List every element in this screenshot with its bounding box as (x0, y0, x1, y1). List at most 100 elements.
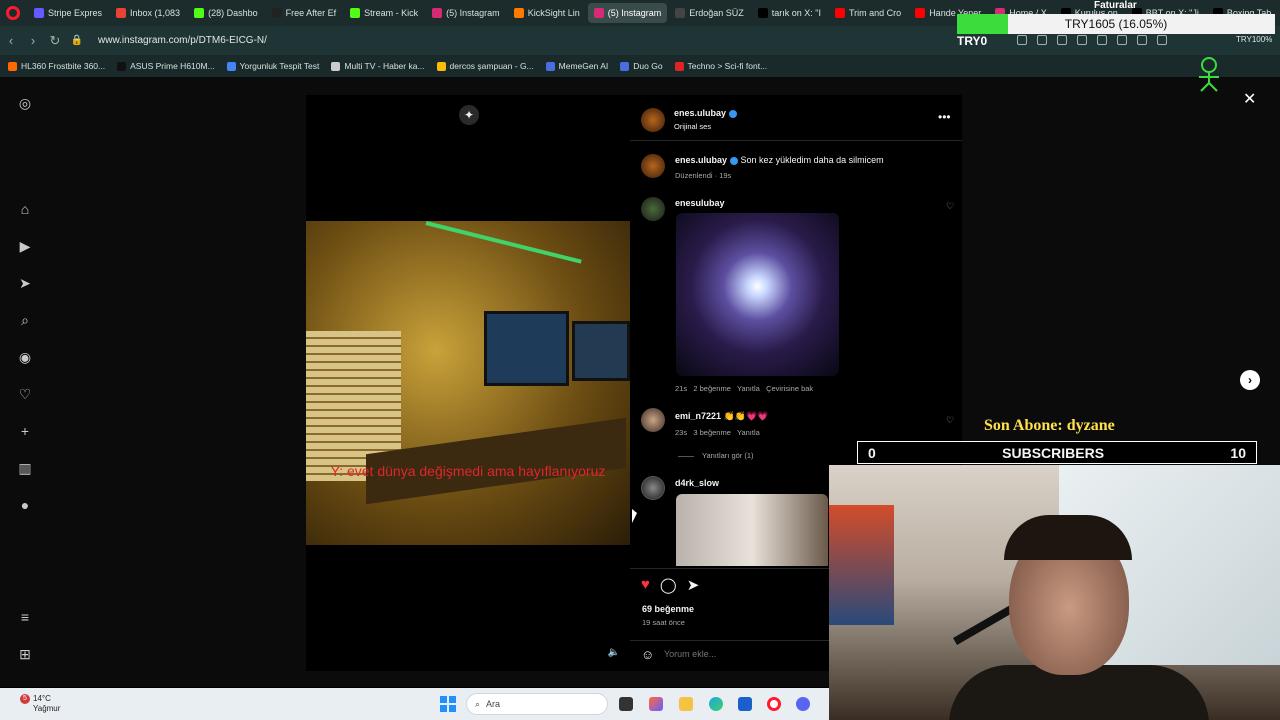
close-icon[interactable]: ✕ (1243, 89, 1256, 109)
browser-tab[interactable]: tarık on X: "I (752, 3, 827, 23)
task-view-icon[interactable] (619, 697, 633, 711)
comment-username[interactable]: d4rk_slow (675, 478, 719, 488)
taskbar-search-placeholder: Ara (486, 699, 501, 709)
bookmark-item[interactable]: ASUS Prime H610M... (117, 61, 215, 71)
heart-icon[interactable] (1097, 35, 1107, 45)
url-field[interactable]: www.instagram.com/p/DTM6-EICG-N/ (98, 35, 267, 46)
reply-link[interactable]: Yanıtla (737, 384, 760, 393)
more-options-icon[interactable]: ••• (938, 110, 951, 124)
copilot-icon[interactable] (649, 697, 663, 711)
discord-icon[interactable] (796, 697, 810, 711)
bookmark-item[interactable]: Duo Go (620, 61, 663, 71)
profile-icon[interactable]: ● (17, 497, 33, 513)
dashboard-icon[interactable]: ▥ (17, 460, 33, 476)
browser-tab[interactable]: KickSight Lin (508, 3, 586, 23)
browser-tab[interactable]: Erdoğan SÜZ (669, 3, 750, 23)
share-icon[interactable]: ➤ (687, 576, 700, 594)
play-icon[interactable] (1077, 35, 1087, 45)
opera-taskbar-icon[interactable] (767, 697, 781, 711)
translate-link[interactable]: Çevirisine bak (766, 384, 813, 393)
emoji-icon[interactable]: ☺ (641, 647, 654, 662)
browser-tab[interactable]: Stripe Expres (28, 3, 108, 23)
comment-image[interactable] (676, 494, 828, 566)
post-time: 19 saat önce (642, 618, 685, 627)
forward-icon[interactable]: › (22, 33, 44, 48)
author-avatar[interactable] (641, 108, 665, 132)
also-from-meta-icon[interactable]: ⊞ (17, 646, 33, 662)
create-icon[interactable]: + (17, 423, 33, 439)
browser-tab[interactable]: Trim and Cro (829, 3, 907, 23)
reels-icon[interactable]: ▶ (17, 238, 33, 254)
browser-tab[interactable]: (5) Instagram (426, 3, 506, 23)
comment-icon[interactable]: ◯ (660, 576, 677, 594)
bookmark-label: Techno > Sci-fi font... (687, 61, 768, 71)
comment-avatar[interactable] (641, 408, 665, 432)
windows-start-icon[interactable] (440, 696, 456, 715)
edge-icon[interactable] (709, 697, 723, 711)
post-video[interactable]: Y: evet dünya değişmedi ama hayıflanıyor… (306, 221, 630, 545)
weather-widget[interactable]: 5 14°C Yağmur (20, 694, 60, 714)
file-explorer-icon[interactable] (679, 697, 693, 711)
tab-label: (5) Instagram (607, 8, 662, 18)
bookmark-item[interactable]: HL360 Frostbite 360... (8, 61, 105, 71)
comment-username[interactable]: emi_n7221 (675, 411, 721, 421)
menu-icon[interactable] (1137, 35, 1147, 45)
comment-text: Son kez yükledim daha da silmicem (740, 155, 884, 165)
account-icon[interactable] (1157, 35, 1167, 45)
next-post-icon[interactable]: › (1240, 370, 1260, 390)
bookmark-item[interactable]: Techno > Sci-fi font... (674, 61, 768, 71)
author-username[interactable]: enes.ulubay (674, 108, 738, 118)
taskbar-search[interactable]: ⌕ Ara (466, 693, 608, 715)
comment-likes[interactable]: 3 beğenme (693, 428, 731, 437)
browser-tab[interactable]: (5) Instagram (587, 3, 668, 23)
home-icon[interactable]: ⌂ (17, 201, 33, 217)
comment-image-galaxy[interactable] (676, 213, 839, 376)
browser-tab[interactable]: Free After Ef (266, 3, 343, 23)
comment-username[interactable]: enesulubay (675, 198, 725, 208)
bookmark-item[interactable]: dercos şampuan - G... (436, 61, 534, 71)
bookmark-label: Multi TV - Haber ka... (344, 61, 425, 71)
verified-icon (729, 109, 738, 118)
back-icon[interactable]: ‹ (0, 33, 22, 48)
comment-avatar[interactable] (641, 476, 665, 500)
comment-input[interactable] (664, 649, 814, 659)
notifications-icon[interactable]: ♡ (17, 386, 33, 402)
comment-avatar[interactable] (641, 197, 665, 221)
comment-likes[interactable]: 2 beğenme (693, 384, 731, 393)
like-heart-icon[interactable]: ♥ (641, 576, 650, 594)
browser-tab[interactable]: Stream - Kick (344, 3, 424, 23)
tab-label: Inbox (1,083 (130, 8, 181, 18)
comment-like-icon[interactable]: ♡ (946, 201, 954, 212)
edit-icon[interactable] (1017, 35, 1027, 45)
reload-icon[interactable]: ↻ (44, 33, 66, 49)
view-replies-link[interactable]: Yanıtları gör (1) (678, 451, 754, 460)
download-icon[interactable] (1117, 35, 1127, 45)
likes-count[interactable]: 69 beğenme (642, 604, 694, 614)
comment-avatar[interactable] (641, 154, 665, 178)
search-icon[interactable]: ⌕ (17, 312, 33, 328)
instagram-logo-icon[interactable]: ◎ (17, 95, 33, 111)
bookmark-item[interactable]: Multi TV - Haber ka... (331, 61, 425, 71)
browser-tab[interactable]: (28) Dashbo (188, 3, 264, 23)
bookmark-favicon-icon (674, 61, 684, 71)
bookmark-item[interactable]: Yorgunluk Tespit Test (226, 61, 319, 71)
bookmark-item[interactable]: MemeGen AI (545, 61, 608, 71)
wallet-right-label: TRY100% (1236, 35, 1273, 44)
comment-like-icon[interactable]: ♡ (946, 415, 954, 426)
camera-icon[interactable] (1037, 35, 1047, 45)
store-icon[interactable] (738, 697, 752, 711)
more-menu-icon[interactable]: ≡ (17, 609, 33, 625)
comment-username[interactable]: enes.ulubay (675, 155, 727, 165)
tab-label: Free After Ef (285, 8, 337, 18)
bookmark-label: HL360 Frostbite 360... (21, 61, 106, 71)
explore-icon[interactable]: ◉ (17, 349, 33, 365)
sparkle-icon[interactable]: ✦ (459, 105, 479, 125)
bookmark-favicon-icon (117, 61, 127, 71)
opera-logo-icon[interactable] (6, 6, 20, 20)
messages-icon[interactable]: ➤ (17, 275, 33, 291)
browser-tab[interactable]: Inbox (1,083 (110, 3, 186, 23)
reply-link[interactable]: Yanıtla (737, 428, 760, 437)
shield-icon[interactable] (1057, 35, 1067, 45)
mute-icon[interactable]: 🔈 (606, 647, 622, 663)
audio-label[interactable]: Orijinal ses (674, 122, 711, 131)
